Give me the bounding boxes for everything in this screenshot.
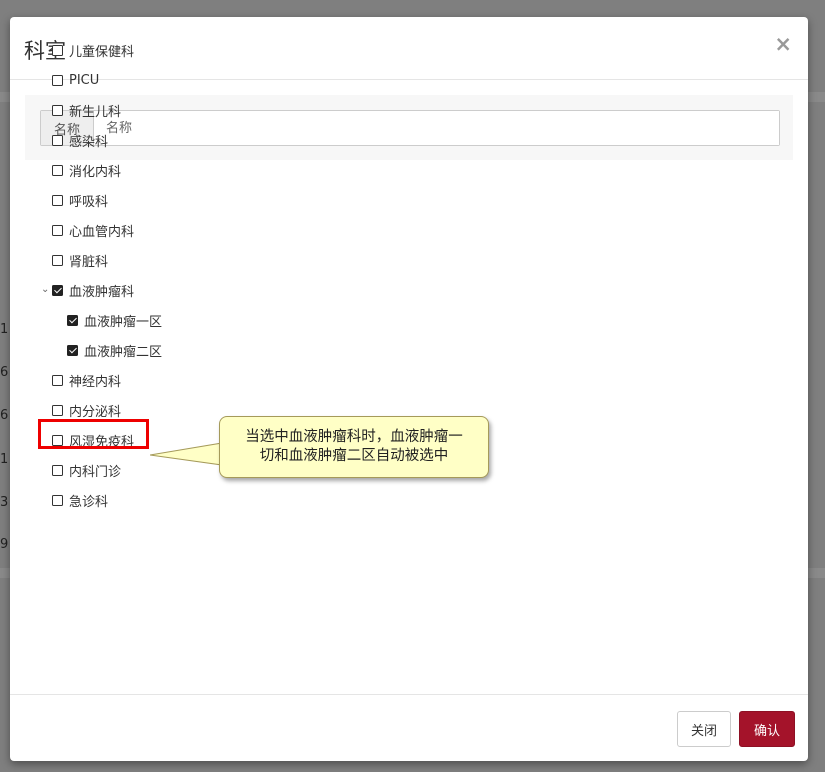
background-row-digit: 9 [0,537,8,552]
confirm-button[interactable]: 确认 [739,711,795,747]
name-search-group: 名称 [40,110,780,146]
department-modal: 科室 × 名称 儿童保健科PICU新生儿科感染科消化内科呼吸科心血管内科肾脏科⌄… [10,17,808,761]
tree-item[interactable]: 血液肿瘤二区 [67,340,162,360]
checkbox-icon[interactable] [52,194,63,206]
tree-item[interactable]: 内分泌科 [52,400,121,420]
tree-item[interactable]: PICU [52,70,99,90]
background-footer-strip-right [808,568,825,578]
close-icon[interactable]: × [774,32,792,56]
tree-item-label: 儿童保健科 [69,44,135,60]
background-header-strip-right [808,92,825,102]
checkbox-icon[interactable] [52,44,63,56]
tree-item-label: 肾脏科 [69,254,109,270]
checkbox-icon[interactable] [52,74,63,86]
callout-line-1: 当选中血液肿瘤科时，血液肿瘤一 [245,429,463,445]
checkbox-icon[interactable] [52,404,63,416]
modal-footer: 关闭 确认 [10,694,808,762]
callout-pointer [150,442,223,466]
checkbox-icon[interactable] [52,104,63,116]
tree-item-label: 内分泌科 [69,404,122,420]
checkbox-icon[interactable] [52,464,63,476]
checkbox-icon[interactable] [52,224,63,236]
name-search-input[interactable] [94,111,779,145]
annotation-callout: 当选中血液肿瘤科时，血液肿瘤一 切和血液肿瘤二区自动被选中 [219,416,489,478]
background-row-digit: 6 [0,408,8,423]
background-row-digit: 1 [0,452,8,467]
checkbox-icon[interactable] [52,494,63,506]
tree-item-label: 神经内科 [69,374,122,390]
tree-item[interactable]: 呼吸科 [52,190,108,210]
tree-item[interactable]: 血液肿瘤一区 [67,310,162,330]
tree-item[interactable]: 消化内科 [52,160,121,180]
checkbox-checked-icon[interactable] [52,284,63,296]
tree-item-label: 呼吸科 [69,194,109,210]
tree-item[interactable]: 肾脏科 [52,250,108,270]
background-row-digit: 1 [0,322,8,337]
callout-line-2: 切和血液肿瘤二区自动被选中 [259,448,449,464]
close-button[interactable]: 关闭 [677,711,731,747]
background-footer-strip [0,568,10,578]
tree-item[interactable]: 新生儿科 [52,100,121,120]
chevron-down-icon[interactable]: ⌄ [41,280,49,300]
checkbox-icon[interactable] [52,164,63,176]
background-header-strip [0,92,10,102]
background-row-digit: 3 [0,495,8,510]
checkbox-icon[interactable] [52,254,63,266]
tree-item-label: 心血管内科 [69,224,135,240]
tree-item[interactable]: 心血管内科 [52,220,134,240]
tree-item-label: 血液肿瘤一区 [84,314,163,330]
tree-item-label: 血液肿瘤二区 [84,344,163,360]
tree-item[interactable]: 神经内科 [52,370,121,390]
tree-item-label: 血液肿瘤科 [69,284,135,300]
checkbox-checked-icon[interactable] [67,314,78,326]
tree-item[interactable]: 内科门诊 [52,460,121,480]
tree-item-label: 新生儿科 [69,104,122,120]
checkbox-icon[interactable] [52,374,63,386]
tree-item-label: PICU [69,72,100,88]
selection-highlight-box [38,419,149,449]
checkbox-checked-icon[interactable] [67,344,78,356]
tree-item-label: 内科门诊 [69,464,122,480]
tree-item[interactable]: ⌄ 血液肿瘤科 [41,280,135,300]
search-panel: 名称 [25,95,793,160]
tree-item[interactable]: 急诊科 [52,490,108,510]
checkbox-icon[interactable] [52,134,63,146]
background-row-digit: 6 [0,365,8,380]
tree-item-label: 急诊科 [69,494,109,510]
tree-item-label: 消化内科 [69,164,122,180]
tree-item[interactable]: 感染科 [52,130,108,150]
tree-item[interactable]: 儿童保健科 [52,40,134,60]
tree-item-label: 感染科 [69,134,109,150]
